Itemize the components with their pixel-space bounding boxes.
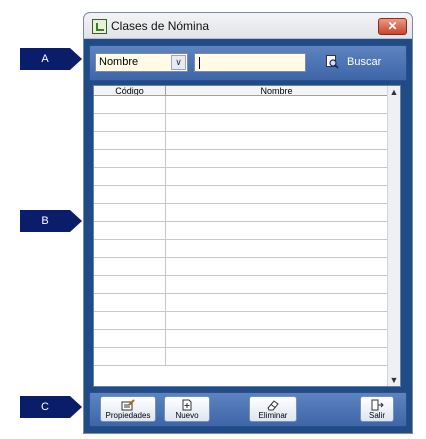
table-row[interactable]	[94, 96, 388, 114]
results-grid[interactable]: Código Nombre ▲ ▼	[93, 85, 401, 387]
new-label: Nuevo	[175, 411, 199, 420]
cell-nombre[interactable]	[166, 294, 388, 312]
cell-nombre[interactable]	[166, 312, 388, 330]
properties-icon	[121, 399, 135, 411]
cell-codigo[interactable]	[94, 168, 166, 186]
table-row[interactable]	[94, 204, 388, 222]
table-row[interactable]	[94, 132, 388, 150]
table-row[interactable]	[94, 330, 388, 348]
callout-a-label: A	[41, 53, 49, 65]
properties-label: Propiedades	[105, 411, 151, 420]
table-row[interactable]	[94, 222, 388, 240]
table-row[interactable]	[94, 276, 388, 294]
text-caret	[199, 57, 200, 69]
scroll-up-icon[interactable]: ▲	[388, 86, 400, 98]
search-button-label: Buscar	[347, 56, 382, 68]
cell-nombre[interactable]	[166, 186, 388, 204]
cell-nombre[interactable]	[166, 114, 388, 132]
search-field-select[interactable]: Nombre ∨	[95, 53, 188, 72]
table-row[interactable]	[94, 168, 388, 186]
callout-c-label: C	[41, 401, 49, 413]
table-row[interactable]	[94, 186, 388, 204]
table-row[interactable]	[94, 348, 388, 366]
cell-codigo[interactable]	[94, 114, 166, 132]
cell-nombre[interactable]	[166, 150, 388, 168]
search-panel: Nombre ∨ Buscar	[89, 45, 407, 81]
cell-codigo[interactable]	[94, 276, 166, 294]
callout-b-label: B	[41, 215, 49, 227]
delete-label: Eliminar	[258, 411, 288, 420]
callout-a: A	[20, 48, 82, 70]
cell-nombre[interactable]	[166, 330, 388, 348]
cell-codigo[interactable]	[94, 96, 166, 114]
search-button[interactable]: Buscar	[322, 54, 402, 72]
delete-button[interactable]: Eliminar	[249, 396, 297, 422]
app-icon	[92, 19, 107, 34]
cell-codigo[interactable]	[94, 294, 166, 312]
table-row[interactable]	[94, 114, 388, 132]
cell-nombre[interactable]	[166, 96, 388, 114]
cell-codigo[interactable]	[94, 330, 166, 348]
close-button[interactable]: ✕	[378, 18, 407, 35]
cell-nombre[interactable]	[166, 132, 388, 150]
cell-codigo[interactable]	[94, 150, 166, 168]
cell-codigo[interactable]	[94, 240, 166, 258]
grid-rows	[94, 96, 388, 366]
table-row[interactable]	[94, 294, 388, 312]
new-document-icon	[182, 399, 192, 411]
exit-button[interactable]: Salir	[360, 396, 394, 422]
dialog-window: Clases de Nómina ✕ Nombre ∨ Buscar Códig…	[83, 12, 413, 434]
properties-button[interactable]: Propiedades	[100, 396, 156, 422]
scroll-down-icon[interactable]: ▼	[388, 374, 400, 386]
cell-nombre[interactable]	[166, 348, 388, 366]
table-row[interactable]	[94, 240, 388, 258]
cell-nombre[interactable]	[166, 276, 388, 294]
cell-codigo[interactable]	[94, 132, 166, 150]
cell-nombre[interactable]	[166, 204, 388, 222]
column-header-nombre[interactable]: Nombre	[166, 86, 388, 96]
cell-nombre[interactable]	[166, 258, 388, 276]
table-row[interactable]	[94, 150, 388, 168]
column-header-codigo[interactable]: Código	[94, 86, 166, 96]
exit-door-icon	[371, 399, 384, 411]
callout-c: C	[20, 396, 82, 418]
search-field-value: Nombre	[99, 56, 139, 68]
callout-b: B	[20, 210, 82, 232]
vertical-scrollbar[interactable]: ▲ ▼	[387, 86, 400, 386]
table-row[interactable]	[94, 312, 388, 330]
cell-codigo[interactable]	[94, 348, 166, 366]
cell-codigo[interactable]	[94, 186, 166, 204]
cell-codigo[interactable]	[94, 222, 166, 240]
bottom-toolbar: Propiedades Nuevo Eliminar Salir	[89, 392, 407, 427]
dialog-body: Nombre ∨ Buscar Código Nombre ▲ ▼ Propie…	[88, 43, 407, 427]
chevron-down-icon[interactable]: ∨	[171, 55, 186, 70]
title-bar[interactable]: Clases de Nómina ✕	[84, 13, 412, 39]
window-title: Clases de Nómina	[111, 19, 210, 33]
cell-codigo[interactable]	[94, 312, 166, 330]
eraser-icon	[267, 400, 279, 411]
cell-nombre[interactable]	[166, 168, 388, 186]
search-input[interactable]	[194, 53, 306, 72]
exit-label: Salir	[368, 411, 385, 420]
cell-nombre[interactable]	[166, 240, 388, 258]
search-icon	[326, 55, 339, 69]
grid-header: Código Nombre	[94, 86, 388, 96]
cell-nombre[interactable]	[166, 222, 388, 240]
table-row[interactable]	[94, 258, 388, 276]
cell-codigo[interactable]	[94, 204, 166, 222]
new-button[interactable]: Nuevo	[164, 396, 210, 422]
cell-codigo[interactable]	[94, 258, 166, 276]
